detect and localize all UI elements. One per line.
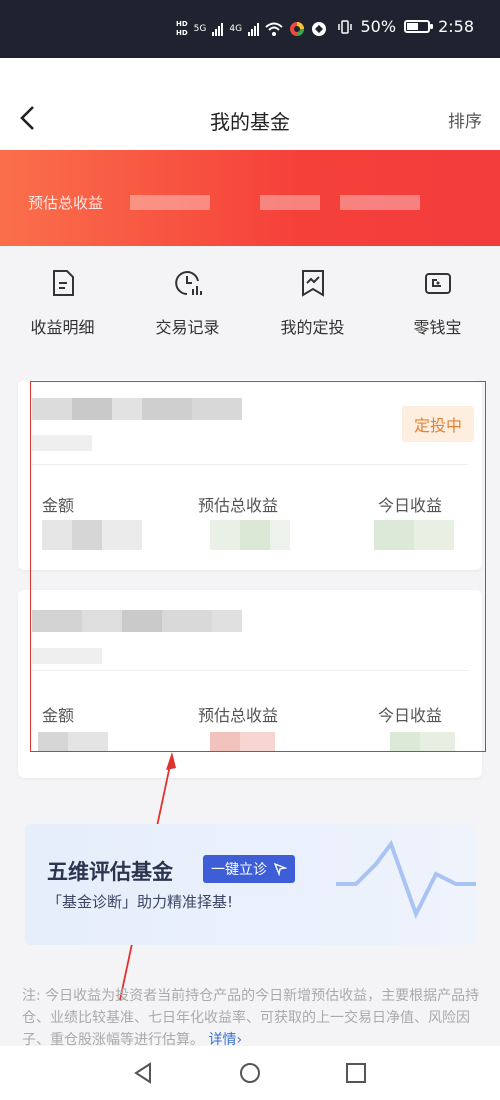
- clock: 2:58: [438, 17, 474, 36]
- recents-square-icon[interactable]: [345, 1062, 367, 1084]
- quick-action-label: 我的定投: [280, 318, 345, 337]
- nav-header: 我的基金 排序: [0, 58, 500, 150]
- signal-icon: [212, 22, 224, 36]
- network-indicators: HD HD 5G 4G: [176, 20, 327, 38]
- estimated-total-earnings-label: 预估总收益: [28, 194, 104, 212]
- quick-action-transactions[interactable]: 交易记录: [125, 264, 250, 344]
- quick-action-my-sip[interactable]: 我的定投: [250, 264, 375, 344]
- pulse-wave-graphic: [336, 839, 476, 920]
- quick-action-label: 交易记录: [155, 318, 220, 337]
- signal-icon-2: [248, 22, 260, 36]
- vibrate-icon: [337, 19, 352, 34]
- system-nav-bar: [0, 1046, 500, 1100]
- blurred-value: [130, 195, 210, 210]
- status-bar: HD HD 5G 4G 50% 2:58: [0, 0, 500, 58]
- promo-title: 五维评估基金: [47, 860, 173, 884]
- promo-subtitle: 「基金诊断」助力精准择基!: [47, 893, 234, 911]
- quick-action-earnings-detail[interactable]: 收益明细: [0, 264, 125, 344]
- total-earnings-banner: 预估总收益: [0, 150, 500, 246]
- bookmark-trend-icon: [301, 270, 324, 297]
- quick-action-label: 收益明细: [30, 318, 95, 337]
- page-title: 我的基金: [210, 110, 290, 134]
- hd-icon: HD HD: [176, 20, 188, 37]
- disclaimer-text: 注: 今日收益为投资者当前持仓产品的今日新增预估收益，主要根据产品持仓、业绩比较…: [22, 988, 480, 1048]
- blurred-value: [340, 195, 420, 210]
- diagnose-button-label: 一键立诊: [211, 862, 267, 878]
- battery-icon: [404, 20, 434, 33]
- network-label-2: 4G: [229, 24, 243, 34]
- wallet-icon: [424, 273, 451, 294]
- sort-button[interactable]: 排序: [448, 107, 482, 132]
- wifi-icon: [265, 22, 283, 36]
- cursor-icon: [273, 862, 287, 876]
- network-label-1: 5G: [193, 24, 207, 34]
- fund-diagnosis-promo[interactable]: 五维评估基金 一键立诊 「基金诊断」助力精准择基!: [25, 824, 476, 945]
- home-circle-icon[interactable]: [239, 1062, 261, 1084]
- app-logo-icon: [290, 22, 305, 36]
- back-triangle-icon[interactable]: [132, 1062, 154, 1084]
- sync-icon: [312, 22, 327, 36]
- quick-action-label: 零钱宝: [413, 318, 462, 337]
- disclaimer-note: 注: 今日收益为投资者当前持仓产品的今日新增预估收益，主要根据产品持仓、业绩比较…: [22, 985, 482, 1051]
- quick-action-wallet[interactable]: 零钱宝: [375, 264, 500, 344]
- blurred-value: [260, 195, 320, 210]
- diagnose-button[interactable]: 一键立诊: [203, 855, 295, 883]
- highlight-box: [30, 381, 486, 752]
- battery-percent: 50%: [360, 17, 397, 36]
- clock-chart-icon: [174, 271, 202, 295]
- quick-actions: 收益明细 交易记录 我的定投 零钱宝: [0, 264, 500, 344]
- document-icon: [52, 270, 74, 296]
